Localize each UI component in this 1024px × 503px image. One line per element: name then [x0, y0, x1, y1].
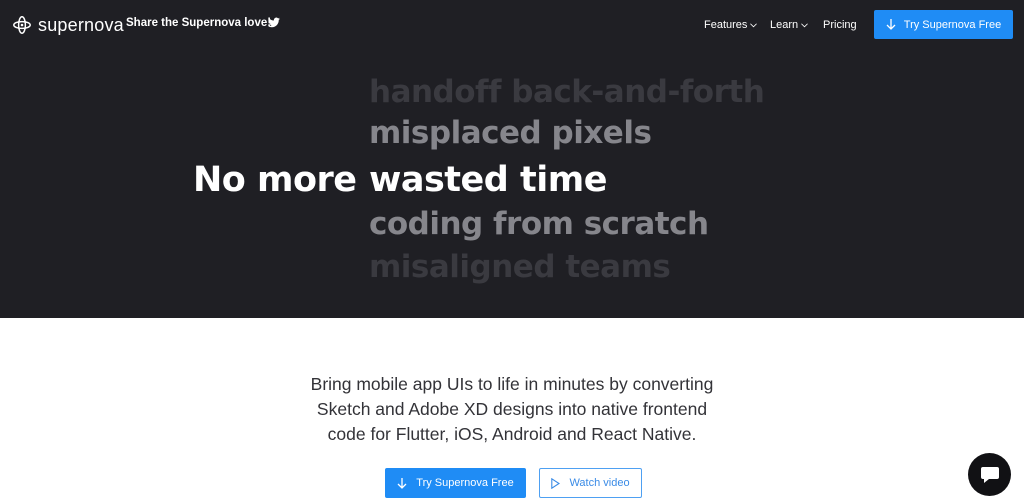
brand-name: supernova	[38, 14, 124, 35]
description-line: Sketch and Adobe XD designs into native …	[316, 399, 708, 419]
try-supernova-button[interactable]: Try Supernova Free	[385, 468, 526, 498]
description-line: Bring mobile app UIs to life in minutes …	[310, 374, 714, 394]
arrow-down-icon	[397, 477, 407, 489]
chat-bubble-icon	[980, 466, 999, 483]
nav-pricing-label: Pricing	[823, 19, 857, 31]
nav-features-label: Features	[704, 19, 748, 31]
rotating-phrase: misplaced pixels	[369, 115, 652, 151]
arrow-down-icon	[886, 19, 896, 30]
top-navigation: supernova Share the Supernova love! Feat…	[0, 0, 1024, 50]
nav-learn[interactable]: Learn	[770, 19, 809, 31]
chevron-down-icon	[801, 22, 809, 27]
hero-section: supernova Share the Supernova love! Feat…	[0, 0, 1024, 318]
try-supernova-label: Try Supernova Free	[416, 477, 514, 489]
rotating-phrase: misaligned teams	[369, 249, 671, 285]
nav-learn-label: Learn	[770, 19, 799, 31]
nav-pricing[interactable]: Pricing	[823, 19, 857, 31]
share-text: Share the Supernova love!	[126, 17, 272, 29]
watch-video-button[interactable]: Watch video	[539, 468, 642, 498]
rotating-phrase: coding from scratch	[369, 206, 709, 242]
nav-features[interactable]: Features	[704, 19, 758, 31]
rotating-phrase: handoff back-and-forth	[369, 74, 765, 110]
play-icon	[551, 477, 561, 489]
product-description: Bring mobile app UIs to life in minutes …	[262, 372, 762, 447]
watch-video-label: Watch video	[569, 477, 630, 489]
twitter-icon[interactable]	[268, 17, 280, 28]
try-supernova-nav-label: Try Supernova Free	[903, 18, 1002, 31]
description-line: code for Flutter, iOS, Android and React…	[327, 424, 697, 444]
chat-launcher-button[interactable]	[968, 453, 1011, 496]
try-supernova-nav-button[interactable]: Try Supernova Free	[874, 10, 1013, 39]
brand-logo-link[interactable]: supernova	[12, 13, 124, 37]
supernova-logo-icon	[13, 16, 31, 34]
hero-headline-prefix: No more	[193, 160, 357, 200]
chevron-down-icon	[750, 22, 758, 27]
rotating-phrase-active: wasted time	[369, 160, 607, 200]
